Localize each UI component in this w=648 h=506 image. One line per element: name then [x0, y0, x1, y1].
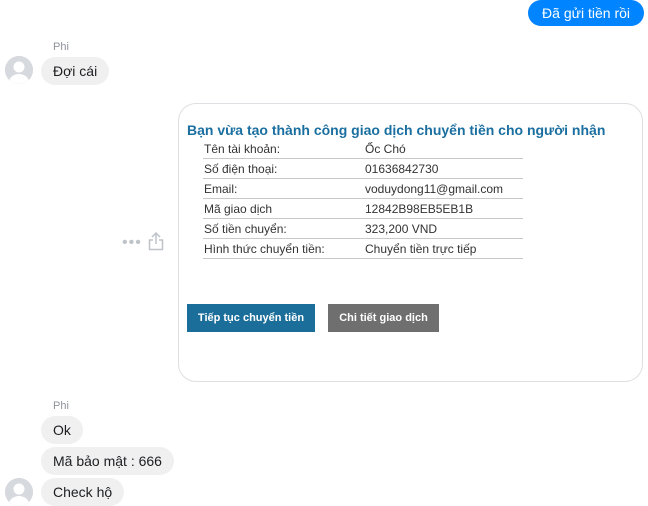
row-label: Email: [203, 178, 364, 199]
sender-name: Phi [53, 400, 69, 412]
default-avatar-icon [5, 478, 33, 506]
table-row: Số điện thoại: 01636842730 [203, 158, 523, 179]
message-actions: ••• [122, 231, 164, 256]
table-row: Số tiền chuyển: 323,200 VND [203, 218, 523, 239]
row-label: Hình thức chuyển tiền: [203, 238, 364, 259]
incoming-message-bubble[interactable]: Check hộ [41, 478, 125, 506]
sender-name: Phi [53, 41, 69, 53]
default-avatar-icon [5, 56, 33, 84]
row-value: Ốc Chó [364, 139, 523, 159]
continue-transfer-button[interactable]: Tiếp tục chuyển tiền [187, 304, 315, 332]
transaction-details-table: Tên tài khoản: Ốc Chó Số điện thoại: 016… [203, 139, 523, 259]
avatar[interactable] [5, 56, 33, 84]
row-value: 323,200 VND [364, 218, 523, 239]
row-value: 01636842730 [364, 158, 523, 179]
table-row: Hình thức chuyển tiền: Chuyển tiền trực … [203, 238, 523, 259]
transaction-card: Bạn vừa tạo thành công giao dịch chuyển … [178, 103, 643, 382]
incoming-message-bubble[interactable]: Ok [41, 416, 83, 444]
row-label: Số điện thoại: [203, 158, 364, 179]
incoming-message-bubble[interactable]: Mã bảo mật : 666 [41, 447, 174, 475]
avatar[interactable] [5, 478, 33, 506]
more-dots-icon[interactable]: ••• [122, 232, 142, 254]
row-value: Chuyển tiền trực tiếp [364, 238, 523, 259]
card-heading: Bạn vừa tạo thành công giao dịch chuyển … [187, 122, 606, 138]
transaction-details-button[interactable]: Chi tiết giao dịch [328, 304, 439, 332]
row-value: voduydong11@gmail.com [364, 178, 523, 199]
table-row: Email: voduydong11@gmail.com [203, 178, 523, 199]
row-value: 12842B98EB5EB1B [364, 198, 523, 219]
table-row: Tên tài khoản: Ốc Chó [203, 139, 523, 159]
row-label: Mã giao dịch [203, 198, 364, 219]
share-icon[interactable] [148, 231, 164, 256]
row-label: Tên tài khoản: [203, 139, 364, 159]
row-label: Số tiền chuyển: [203, 218, 364, 239]
table-row: Mã giao dịch 12842B98EB5EB1B [203, 198, 523, 219]
incoming-message-bubble[interactable]: Đợi cái [41, 57, 110, 85]
outgoing-message-bubble[interactable]: Đã gửi tiền rồi [528, 0, 644, 26]
